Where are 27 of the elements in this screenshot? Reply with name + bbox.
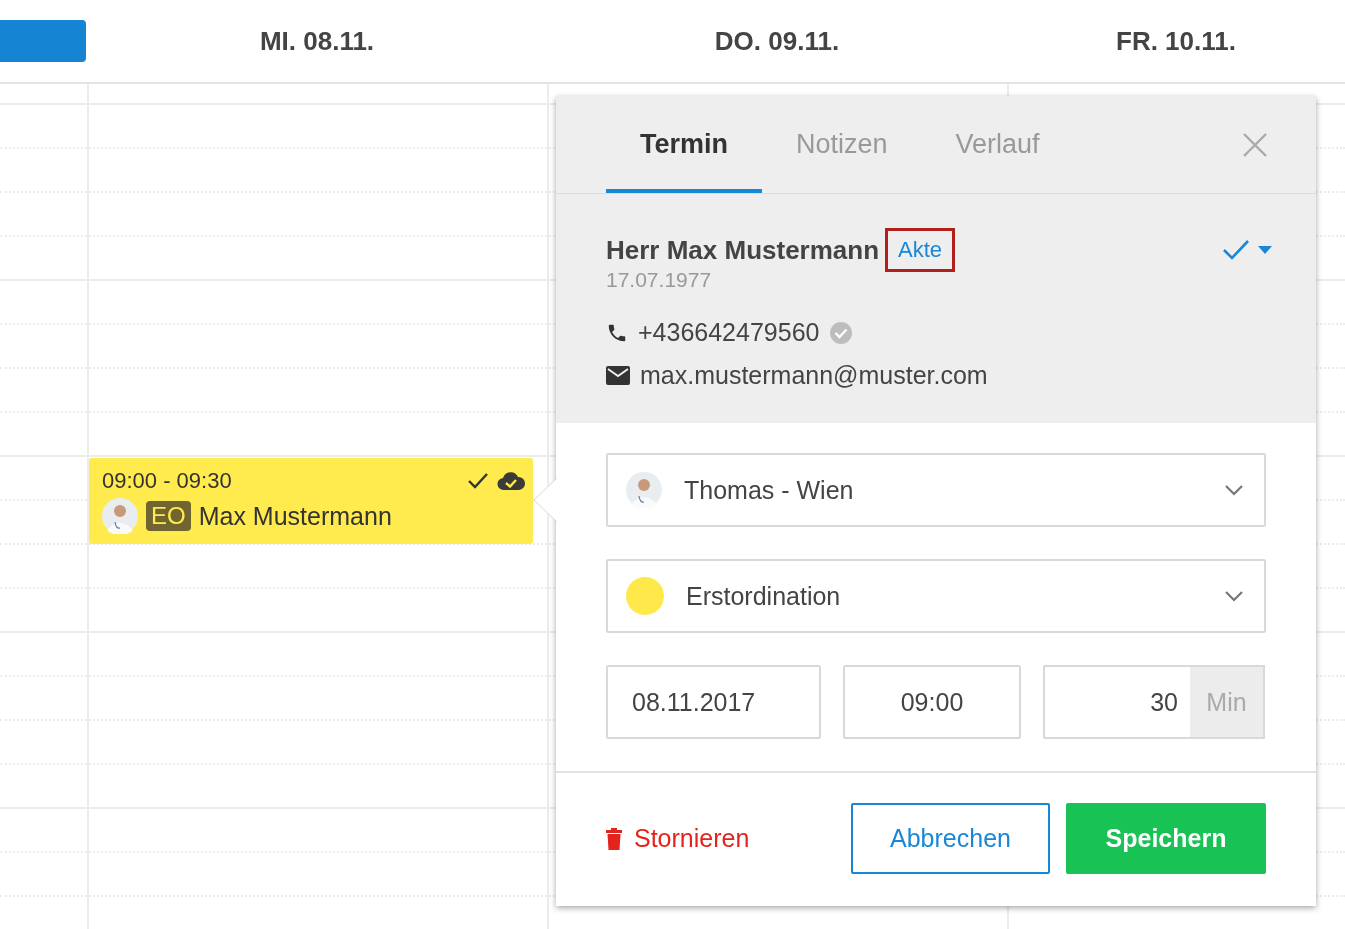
appointment-card[interactable]: 09:00 - 09:30 EO Max Mustermann xyxy=(89,458,533,544)
mail-icon xyxy=(606,366,630,385)
toolbar-button[interactable] xyxy=(0,20,86,62)
chevron-down-icon xyxy=(1224,590,1244,602)
cancel-button[interactable]: Stornieren xyxy=(606,824,750,853)
abort-button[interactable]: Abbrechen xyxy=(851,803,1050,874)
appointment-type-select[interactable]: Erstordination xyxy=(606,559,1266,633)
appointment-type-tag: EO xyxy=(146,501,191,531)
trash-icon xyxy=(606,827,622,850)
time-field[interactable]: 09:00 xyxy=(843,665,1021,739)
patient-name: Herr Max Mustermann xyxy=(606,234,880,266)
day-header: MI. 08.11. xyxy=(259,25,375,57)
resource-select[interactable]: Thomas - Wien xyxy=(606,453,1266,527)
chevron-down-icon xyxy=(1224,484,1244,496)
date-field[interactable]: 08.11.2017 xyxy=(606,665,821,739)
day-header: DO. 09.11. xyxy=(714,25,840,57)
patient-name: Max Mustermann xyxy=(198,501,392,531)
day-header: FR. 10.11. xyxy=(1116,25,1236,57)
status-dropdown[interactable] xyxy=(1222,239,1272,261)
avatar xyxy=(626,472,662,508)
email-address: max.mustermann@muster.com xyxy=(640,361,988,390)
caret-icon xyxy=(1258,246,1272,254)
appointment-time: 09:00 - 09:30 xyxy=(102,468,232,494)
birth-date: 17.07.1977 xyxy=(606,268,713,292)
avatar xyxy=(102,498,138,534)
phone-number: +436642479560 xyxy=(638,318,820,347)
close-icon xyxy=(1242,131,1268,158)
